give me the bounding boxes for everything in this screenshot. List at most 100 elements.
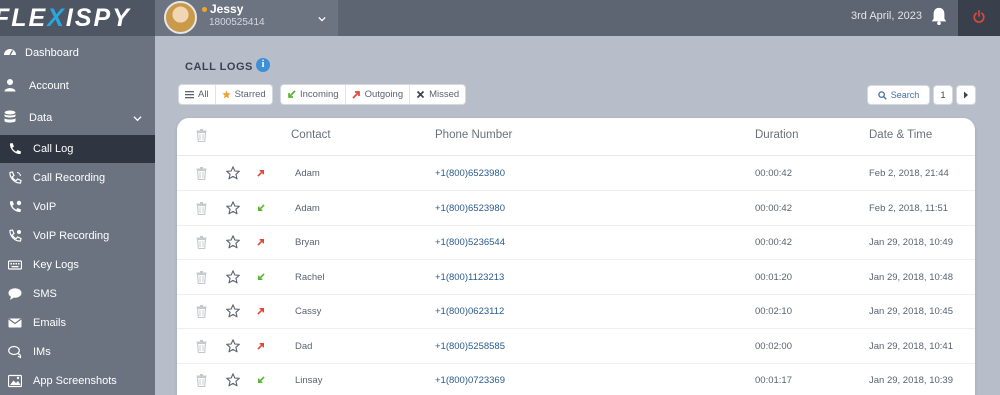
sidebar-item-label: Data <box>29 112 53 124</box>
star-icon[interactable] <box>226 235 240 249</box>
screenshot-icon <box>8 374 22 388</box>
sidebar-item-voip[interactable]: VoIP <box>0 193 155 221</box>
call-duration: 00:00:42 <box>755 202 792 214</box>
outgoing-icon <box>257 169 265 177</box>
table-row[interactable]: Rachel +1(800)1123213 00:01:20 Jan 29, 2018… <box>177 260 975 295</box>
contact-name[interactable]: Linsay <box>295 375 322 386</box>
sidebar-item-call-recording[interactable]: Call Recording <box>0 164 155 192</box>
star-icon[interactable] <box>226 200 240 215</box>
user-phone: 1800525414 <box>209 17 265 28</box>
table-row[interactable]: Adam +1(800)6523980 00:00:42 Feb 2, 2018, 1… <box>177 191 975 226</box>
sidebar: Dashboard Account Data Call Log Call Rec… <box>0 36 155 395</box>
call-duration: 00:02:10 <box>755 306 792 317</box>
sidebar-item-label: VoIP <box>33 201 57 213</box>
phone-number-link[interactable]: +1(800)6523980 <box>435 168 505 179</box>
phone-number-link[interactable]: +1(800)0623112 <box>435 306 504 317</box>
sidebar-item-label: App Screenshots <box>33 375 117 387</box>
info-icon[interactable]: i <box>256 58 270 72</box>
filter-starred-label: Starred <box>234 89 266 100</box>
trash-icon[interactable] <box>196 129 207 142</box>
column-header-date-time[interactable]: Date & Time <box>869 129 932 141</box>
trash-icon[interactable] <box>196 201 207 215</box>
sidebar-item-dashboard[interactable]: Dashboard <box>0 38 155 67</box>
sidebar-item-app-screenshots[interactable]: App Screenshots <box>0 367 155 395</box>
filter-all-label: All <box>198 89 209 100</box>
contact-name[interactable]: Bryan <box>295 237 320 248</box>
trash-icon[interactable] <box>196 236 207 249</box>
sidebar-item-label: Call Log <box>33 143 74 155</box>
incoming-icon <box>257 376 265 384</box>
star-icon <box>221 90 231 99</box>
dashboard-icon <box>4 49 16 56</box>
logo-area[interactable]: FLEXISPY <box>0 0 155 36</box>
phone-number-link[interactable]: +1(800)6523980 <box>435 203 505 214</box>
contact-name[interactable]: Adam <box>295 168 320 179</box>
column-header-duration[interactable]: Duration <box>755 129 798 141</box>
filter-missed-button[interactable]: Missed <box>410 85 465 104</box>
column-header-contact[interactable]: Contact <box>291 129 331 141</box>
outgoing-icon <box>257 238 265 246</box>
filter-outgoing-button[interactable]: Outgoing <box>346 85 411 104</box>
logout-button[interactable] <box>958 0 1000 36</box>
star-icon[interactable] <box>226 338 240 353</box>
next-page-button[interactable] <box>957 86 975 104</box>
sidebar-item-emails[interactable]: Emails <box>0 309 155 337</box>
column-header-phone-number[interactable]: Phone Number <box>435 129 512 141</box>
call-datetime: Jan 29, 2018, 10:48 <box>869 271 953 283</box>
star-icon[interactable] <box>226 166 240 180</box>
filter-incoming-label: Incoming <box>300 89 339 100</box>
star-icon[interactable] <box>226 304 240 318</box>
sidebar-item-ims[interactable]: IMs <box>0 338 155 366</box>
star-icon[interactable] <box>226 269 240 284</box>
call-duration: 00:01:17 <box>755 375 792 386</box>
contact-name[interactable]: Cassy <box>295 306 321 317</box>
trash-icon[interactable] <box>196 374 207 387</box>
chevron-down-icon[interactable] <box>318 15 326 23</box>
top-bar: FLEXISPY Jessy 1800525414 3rd April, 202… <box>0 0 1000 36</box>
call-duration: 00:00:42 <box>755 168 792 179</box>
call-datetime: Feb 2, 2018, 21:44 <box>869 168 949 179</box>
flexispy-logo: FLEXISPY <box>0 4 131 32</box>
user-switcher[interactable]: Jessy 1800525414 <box>155 0 338 36</box>
sidebar-item-data[interactable]: Data <box>0 103 155 132</box>
power-icon <box>973 10 985 23</box>
table-row[interactable]: Dad +1(800)5258585 00:02:00 Jan 29, 2018, 1… <box>177 329 975 364</box>
outgoing-icon <box>257 342 265 350</box>
contact-name[interactable]: Rachel <box>295 272 325 283</box>
sidebar-item-sms[interactable]: SMS <box>0 280 155 308</box>
current-date: 3rd April, 2023 <box>851 10 922 22</box>
sidebar-item-account[interactable]: Account <box>0 71 155 100</box>
table-row[interactable]: Linsay +1(800)0723369 00:01:17 Jan 29, 2018… <box>177 363 975 395</box>
sidebar-item-voip-recording[interactable]: VoIP Recording <box>0 222 155 250</box>
search-button[interactable]: Search <box>868 86 929 104</box>
call-datetime: Feb 2, 2018, 11:51 <box>869 202 949 214</box>
filter-incoming-button[interactable]: Incoming <box>281 85 346 104</box>
envelope-icon <box>8 318 22 328</box>
filter-starred-button[interactable]: Starred <box>216 85 272 104</box>
phone-number-link[interactable]: +1(800)1123213 <box>435 272 504 283</box>
database-icon <box>4 110 16 123</box>
contact-name[interactable]: Dad <box>295 341 312 352</box>
star-icon[interactable] <box>226 373 240 387</box>
table-row[interactable]: Cassy +1(800)0623112 00:02:10 Jan 29, 2018,… <box>177 294 975 329</box>
trash-icon[interactable] <box>196 167 207 180</box>
keyboard-icon <box>8 260 22 270</box>
phone-number-link[interactable]: +1(800)5258585 <box>435 341 505 352</box>
page-number-button[interactable]: 1 <box>934 86 952 104</box>
trash-icon[interactable] <box>196 339 207 353</box>
trash-icon[interactable] <box>196 270 207 284</box>
table-row[interactable]: Adam +1(800)6523980 00:00:42 Feb 2, 2018, 2… <box>177 156 975 191</box>
outgoing-icon <box>351 91 360 99</box>
call-duration: 00:00:42 <box>755 237 792 248</box>
sidebar-item-label: VoIP Recording <box>33 230 110 242</box>
bell-icon[interactable] <box>930 6 948 26</box>
contact-name[interactable]: Adam <box>295 203 320 214</box>
filter-all-button[interactable]: All <box>179 85 216 104</box>
phone-number-link[interactable]: +1(800)0723369 <box>435 375 505 386</box>
phone-number-link[interactable]: +1(800)5236544 <box>435 237 505 248</box>
trash-icon[interactable] <box>196 305 207 318</box>
sidebar-item-key-logs[interactable]: Key Logs <box>0 251 155 279</box>
sidebar-item-call-log[interactable]: Call Log <box>0 135 155 163</box>
sidebar-item-label: Call Recording <box>33 172 106 184</box>
table-row[interactable]: Bryan +1(800)5236544 00:00:42 Jan 29, 2018,… <box>177 225 975 260</box>
